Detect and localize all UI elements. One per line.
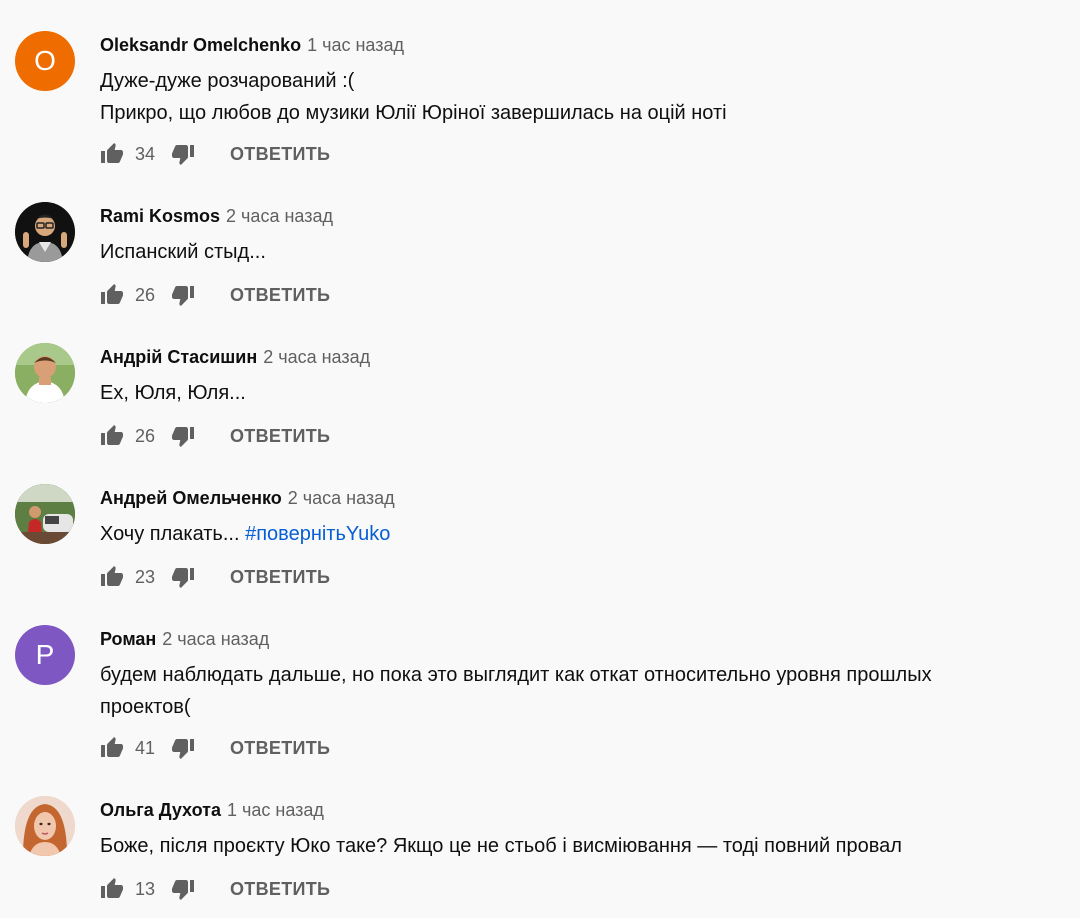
avatar-image [15, 484, 75, 544]
reply-button[interactable]: ОТВЕТИТЬ [230, 567, 330, 588]
comment-header: Роман 2 часа назад [100, 628, 269, 650]
avatar[interactable] [15, 343, 75, 403]
comment-header: Oleksandr Omelchenko 1 час назад [100, 34, 404, 56]
like-button[interactable] [100, 142, 124, 166]
like-button[interactable] [100, 424, 124, 448]
like-button[interactable] [100, 877, 124, 901]
timestamp[interactable]: 2 часа назад [263, 347, 370, 367]
comment-actions: 23 ОТВЕТИТЬ [100, 563, 330, 591]
dislike-icon [171, 565, 195, 589]
timestamp[interactable]: 2 часа назад [288, 488, 395, 508]
dislike-button[interactable] [171, 565, 195, 589]
timestamp[interactable]: 2 часа назад [226, 206, 333, 226]
comment-line: Ех, Юля, Юля... [100, 382, 246, 404]
timestamp[interactable]: 1 час назад [307, 35, 404, 55]
timestamp[interactable]: 1 час назад [227, 800, 324, 820]
hashtag-link[interactable]: #повернітьYuko [245, 523, 390, 545]
comment-line: Боже, після проєкту Юко таке? Якщо це не… [100, 835, 902, 857]
reply-button[interactable]: ОТВЕТИТЬ [230, 738, 330, 759]
comment-text: Ех, Юля, Юля... [100, 377, 1040, 409]
avatar-letter: O [34, 45, 56, 76]
like-count: 13 [135, 878, 156, 899]
avatar[interactable]: O [15, 31, 75, 91]
comment-header: Rami Kosmos 2 часа назад [100, 205, 333, 227]
reply-button[interactable]: ОТВЕТИТЬ [230, 426, 330, 447]
like-icon [100, 142, 124, 166]
dislike-icon [171, 424, 195, 448]
comment-actions: 26 ОТВЕТИТЬ [100, 422, 330, 450]
comment-line: Прикро, що любов до музики Юлії Юріної з… [100, 102, 727, 124]
comment-line: Хочу плакать... #повернітьYuko [100, 518, 1040, 550]
comment-text: Хочу плакать... #повернітьYuko [100, 518, 1040, 550]
dislike-icon [171, 736, 195, 760]
avatar[interactable] [15, 796, 75, 856]
reply-button[interactable]: ОТВЕТИТЬ [230, 285, 330, 306]
author-name[interactable]: Андрей Омельченко [100, 488, 282, 508]
dislike-button[interactable] [171, 424, 195, 448]
comment-line: Дуже-дуже розчарований :( [100, 70, 355, 92]
like-icon [100, 565, 124, 589]
reply-button[interactable]: ОТВЕТИТЬ [230, 879, 330, 900]
comment-actions: 13 ОТВЕТИТЬ [100, 875, 330, 903]
avatar-image [15, 202, 75, 262]
like-count: 26 [135, 284, 156, 305]
comment-text: Испанский стыд... [100, 236, 1040, 268]
dislike-icon [171, 877, 195, 901]
like-count: 41 [135, 737, 156, 758]
author-name[interactable]: Oleksandr Omelchenko [100, 35, 301, 55]
comment-actions: 41 ОТВЕТИТЬ [100, 734, 330, 762]
comment-actions: 34 ОТВЕТИТЬ [100, 140, 330, 168]
comment-actions: 26 ОТВЕТИТЬ [100, 281, 330, 309]
like-icon [100, 283, 124, 307]
comment-text: будем наблюдать дальше, но пока это выгл… [100, 659, 1000, 723]
comment-header: Андрей Омельченко 2 часа назад [100, 487, 395, 509]
like-icon [100, 877, 124, 901]
author-name[interactable]: Ольга Духота [100, 800, 221, 820]
comment-text: Дуже-дуже розчарований :( Прикро, що люб… [100, 65, 1040, 129]
avatar[interactable]: P [15, 625, 75, 685]
like-count: 26 [135, 425, 156, 446]
dislike-button[interactable] [171, 877, 195, 901]
dislike-button[interactable] [171, 283, 195, 307]
dislike-icon [171, 142, 195, 166]
avatar[interactable] [15, 202, 75, 262]
timestamp[interactable]: 2 часа назад [162, 629, 269, 649]
author-name[interactable]: Роман [100, 629, 156, 649]
like-count: 34 [135, 143, 156, 164]
comment-line: Испанский стыд... [100, 241, 266, 263]
dislike-icon [171, 283, 195, 307]
comment-header: Ольга Духота 1 час назад [100, 799, 324, 821]
avatar-image [15, 343, 75, 403]
like-count: 23 [135, 566, 156, 587]
dislike-button[interactable] [171, 142, 195, 166]
like-icon [100, 736, 124, 760]
avatar[interactable] [15, 484, 75, 544]
dislike-button[interactable] [171, 736, 195, 760]
comment-header: Андрій Стасишин 2 часа назад [100, 346, 370, 368]
comment-line: будем наблюдать дальше, но пока это выгл… [100, 664, 932, 718]
author-name[interactable]: Андрій Стасишин [100, 347, 257, 367]
author-name[interactable]: Rami Kosmos [100, 206, 220, 226]
like-button[interactable] [100, 283, 124, 307]
avatar-image [15, 796, 75, 856]
comment-text: Боже, після проєкту Юко таке? Якщо це не… [100, 830, 1040, 862]
like-button[interactable] [100, 565, 124, 589]
like-icon [100, 424, 124, 448]
like-button[interactable] [100, 736, 124, 760]
avatar-letter: P [35, 639, 55, 670]
comment-line-text: Хочу плакать... [100, 523, 240, 545]
reply-button[interactable]: ОТВЕТИТЬ [230, 144, 330, 165]
